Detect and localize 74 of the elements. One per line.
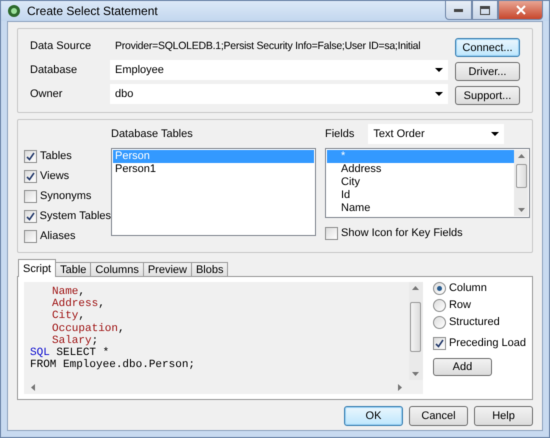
- list-item[interactable]: Person1: [113, 163, 314, 176]
- scroll-down-icon[interactable]: [412, 370, 420, 377]
- list-label: Database Tables: [111, 128, 193, 140]
- add-button[interactable]: Add: [432, 358, 492, 376]
- radio-label: Row: [448, 299, 471, 311]
- checkbox-label: Aliases: [40, 230, 76, 242]
- dialog-button[interactable]: Cancel: [409, 406, 468, 426]
- minimize-icon: [454, 8, 463, 12]
- maximize-button[interactable]: [472, 1, 498, 20]
- close-button[interactable]: [498, 1, 543, 20]
- dropdown[interactable]: dbo: [110, 84, 448, 104]
- dialog-button[interactable]: Help: [474, 406, 533, 426]
- dropdown[interactable]: Text Order: [368, 124, 504, 144]
- dialog-button[interactable]: Connect...: [455, 38, 520, 57]
- checkbox[interactable]: [432, 336, 446, 350]
- scroll-up-icon[interactable]: [412, 285, 420, 292]
- code-line: City,: [51, 310, 86, 323]
- app-icon: [7, 4, 21, 18]
- fields-list[interactable]: * Address City Id Name: [325, 148, 530, 218]
- dropdown[interactable]: Employee: [110, 60, 448, 80]
- scroll-up-icon[interactable]: [518, 153, 524, 160]
- checkbox[interactable]: [325, 226, 338, 240]
- code-line: FROM Employee.dbo.Person;: [30, 359, 196, 372]
- radio-button[interactable]: [432, 298, 446, 312]
- code-line: SQL SELECT *: [30, 346, 110, 359]
- tab[interactable]: Blobs: [190, 262, 228, 277]
- scrollbar[interactable]: [514, 150, 528, 216]
- field-label: Owner: [30, 88, 64, 100]
- list-item[interactable]: City: [327, 176, 514, 189]
- dropdown-caret-icon: [435, 68, 443, 72]
- minimize-button[interactable]: [445, 1, 472, 20]
- list-item[interactable]: Id: [327, 189, 514, 202]
- tab[interactable]: Columns: [90, 262, 144, 277]
- checkbox-label: Tables: [40, 150, 72, 162]
- checkbox-label: Show Icon for Key Fields: [341, 227, 463, 239]
- maximize-icon: [480, 6, 490, 14]
- window-title: Create Select Statement: [27, 4, 158, 18]
- checkbox-label: Synonyms: [40, 190, 92, 202]
- list-item[interactable]: Address: [327, 163, 514, 176]
- checkbox[interactable]: [24, 230, 37, 242]
- list-item[interactable]: Name: [327, 202, 514, 215]
- tab[interactable]: Script: [18, 259, 56, 277]
- checkbox[interactable]: [24, 150, 37, 162]
- scroll-left-icon[interactable]: [30, 384, 37, 390]
- dropdown-caret-icon: [491, 132, 500, 136]
- tab[interactable]: Table: [55, 262, 92, 277]
- dialog-button[interactable]: OK: [344, 406, 403, 426]
- code-line: Address,: [51, 298, 106, 310]
- code-line: Name,: [51, 286, 86, 298]
- close-icon: [516, 5, 526, 15]
- dropdown-caret-icon: [435, 92, 443, 96]
- radio-button[interactable]: [432, 316, 446, 328]
- radio-button[interactable]: [432, 282, 446, 294]
- checkbox[interactable]: [24, 190, 37, 202]
- field-label: Database: [30, 64, 78, 76]
- radio-label: Structured: [448, 316, 500, 328]
- radio-label: Column: [448, 282, 487, 294]
- scroll-right-icon[interactable]: [396, 384, 403, 390]
- checkbox-label: Preceding Load: [448, 337, 526, 349]
- code-line: Occupation,: [51, 322, 126, 335]
- code-line: Salary;: [51, 334, 100, 347]
- checkbox[interactable]: [24, 210, 37, 222]
- checkbox-label: System Tables: [40, 210, 111, 222]
- field-label: Data Source: [30, 40, 92, 52]
- checkbox-label: Views: [40, 170, 70, 182]
- scroll-down-icon[interactable]: [518, 206, 524, 213]
- tables-list[interactable]: Person Person1: [111, 148, 316, 236]
- checkbox[interactable]: [24, 170, 37, 182]
- script-editor[interactable]: Name, Address, City, Occupation, Salary; SQL SELECT * FROM Employee.dbo.Person;: [24, 282, 423, 394]
- scrollbar[interactable]: [408, 282, 423, 380]
- dialog-button[interactable]: Support...: [455, 86, 520, 105]
- dialog-button[interactable]: Driver...: [455, 62, 520, 81]
- tab[interactable]: Preview: [142, 262, 192, 277]
- list-label: Fields: [325, 128, 354, 140]
